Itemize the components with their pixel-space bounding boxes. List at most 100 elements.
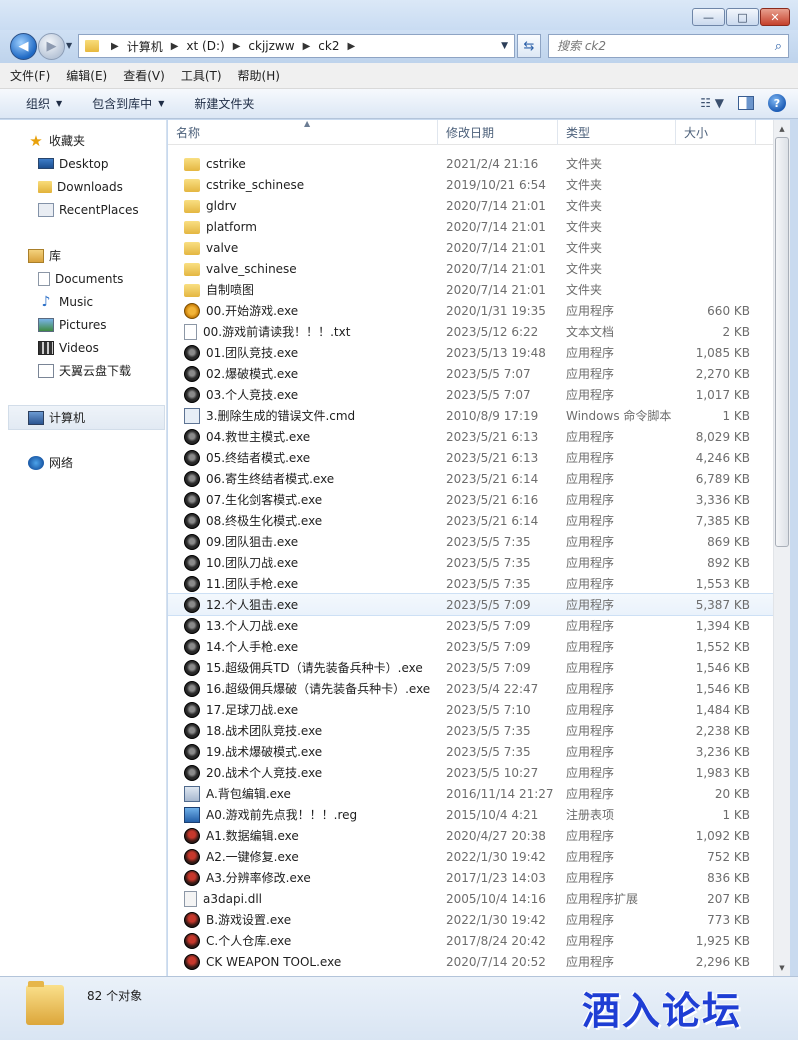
refresh-button[interactable]: ⇆ <box>517 34 541 58</box>
file-row[interactable]: 07.生化剑客模式.exe 2023/5/21 6:16 应用程序 3,336 KB <box>168 489 773 510</box>
menu-file[interactable]: 文件(F) <box>10 67 50 84</box>
file-row[interactable]: 10.团队刀战.exe 2023/5/5 7:35 应用程序 892 KB <box>168 552 773 573</box>
nav-favorites[interactable]: ★ 收藏夹 <box>0 129 167 152</box>
new-folder-button[interactable]: 新建文件夹 <box>194 95 254 112</box>
address-bar[interactable]: ▶ 计算机 ▶ xt (D:) ▶ ckjjzww ▶ ck2 ▶ ▼ <box>78 34 515 58</box>
chevron-right-icon[interactable]: ▶ <box>347 41 355 52</box>
nav-network[interactable]: 网络 <box>0 451 167 474</box>
search-input[interactable] <box>557 39 757 53</box>
help-icon[interactable]: ? <box>768 94 786 112</box>
file-row[interactable]: 00.游戏前请读我！！！.txt 2023/5/12 6:22 文本文档 2 KB <box>168 321 773 342</box>
menu-view[interactable]: 查看(V) <box>123 67 165 84</box>
organize-button[interactable]: 组织 ▼ <box>26 95 62 112</box>
nav-item-recentplaces[interactable]: RecentPlaces <box>0 198 167 221</box>
file-row[interactable]: cstrike 2021/2/4 21:16 文件夹 <box>168 153 773 174</box>
breadcrumb-ckjjzww[interactable]: ckjjzww <box>248 39 294 53</box>
scroll-down-icon[interactable]: ▼ <box>774 959 790 976</box>
file-name-cell: valve <box>168 241 438 255</box>
file-row[interactable]: gldrv 2020/7/14 21:01 文件夹 <box>168 195 773 216</box>
maximize-button[interactable]: □ <box>726 8 759 26</box>
file-row[interactable]: A2.一键修复.exe 2022/1/30 19:42 应用程序 752 KB <box>168 846 773 867</box>
file-row[interactable]: A3.分辨率修改.exe 2017/1/23 14:03 应用程序 836 KB <box>168 867 773 888</box>
file-row[interactable]: A.背包编辑.exe 2016/11/14 21:27 应用程序 20 KB <box>168 783 773 804</box>
file-row[interactable]: B.游戏设置.exe 2022/1/30 19:42 应用程序 773 KB <box>168 909 773 930</box>
nav-item-pictures[interactable]: Pictures <box>0 313 167 336</box>
column-type[interactable]: 类型 <box>558 120 676 145</box>
file-name-cell: cstrike_schinese <box>168 178 438 192</box>
breadcrumb-drive[interactable]: xt (D:) <box>186 39 224 53</box>
file-row[interactable]: 12.个人狙击.exe 2023/5/5 7:09 应用程序 5,387 KB <box>168 593 773 616</box>
chevron-right-icon[interactable]: ▶ <box>303 41 311 52</box>
file-row[interactable]: 14.个人手枪.exe 2023/5/5 7:09 应用程序 1,552 KB <box>168 636 773 657</box>
minimize-button[interactable]: — <box>692 8 725 26</box>
file-row[interactable]: 19.战术爆破模式.exe 2023/5/5 7:35 应用程序 3,236 KB <box>168 741 773 762</box>
column-name[interactable]: 名称 ▲ <box>168 120 438 145</box>
file-name-cell: A3.分辨率修改.exe <box>168 869 438 886</box>
search-box[interactable]: ⌕ <box>548 34 789 58</box>
file-row[interactable]: 05.终结者模式.exe 2023/5/21 6:13 应用程序 4,246 KB <box>168 447 773 468</box>
file-row[interactable]: valve 2020/7/14 21:01 文件夹 <box>168 237 773 258</box>
chevron-right-icon[interactable]: ▶ <box>233 41 241 52</box>
file-row[interactable]: CK WEAPON TOOL.exe 2020/7/14 20:52 应用程序 2,2… <box>168 951 773 972</box>
menu-edit[interactable]: 编辑(E) <box>66 67 107 84</box>
scroll-up-icon[interactable]: ▲ <box>774 120 790 137</box>
file-row[interactable]: 17.足球刀战.exe 2023/5/5 7:10 应用程序 1,484 KB <box>168 699 773 720</box>
scrollbar-thumb[interactable] <box>775 137 789 547</box>
file-row[interactable]: 01.团队竞技.exe 2023/5/13 19:48 应用程序 1,085 KB <box>168 342 773 363</box>
nav-item-music[interactable]: ♪ Music <box>0 290 167 313</box>
file-row[interactable]: 11.团队手枪.exe 2023/5/5 7:35 应用程序 1,553 KB <box>168 573 773 594</box>
file-row[interactable]: cstrike_schinese 2019/10/21 6:54 文件夹 <box>168 174 773 195</box>
menu-tools[interactable]: 工具(T) <box>181 67 222 84</box>
file-row[interactable]: 20.战术个人竞技.exe 2023/5/5 10:27 应用程序 1,983 KB <box>168 762 773 783</box>
recent-pages-dropdown[interactable]: ▼ <box>66 41 72 50</box>
file-row[interactable]: 03.个人竞技.exe 2023/5/5 7:07 应用程序 1,017 KB <box>168 384 773 405</box>
vertical-scrollbar[interactable]: ▲ ▼ <box>773 120 790 976</box>
file-type: 应用程序 <box>566 766 615 780</box>
file-row[interactable]: 3.删除生成的错误文件.cmd 2010/8/9 17:19 Windows 命令脚… <box>168 405 773 426</box>
nav-item-downloads[interactable]: Downloads <box>0 175 167 198</box>
file-row[interactable]: a3dapi.dll 2005/10/4 14:16 应用程序扩展 207 KB <box>168 888 773 909</box>
nav-libraries[interactable]: 库 <box>0 244 167 267</box>
file-row[interactable]: 13.个人刀战.exe 2023/5/5 7:09 应用程序 1,394 KB <box>168 615 773 636</box>
file-row[interactable]: 18.战术团队竞技.exe 2023/5/5 7:35 应用程序 2,238 KB <box>168 720 773 741</box>
nav-item-desktop[interactable]: Desktop <box>0 152 167 175</box>
back-button[interactable]: ◀ <box>10 33 37 60</box>
file-row[interactable]: 04.救世主模式.exe 2023/5/21 6:13 应用程序 8,029 KB <box>168 426 773 447</box>
view-options-icon[interactable]: ☷ ▼ <box>700 96 724 110</box>
file-row[interactable]: 08.终极生化模式.exe 2023/5/21 6:14 应用程序 7,385 KB <box>168 510 773 531</box>
file-row[interactable]: 15.超级佣兵TD（请先装备兵种卡）.exe 2023/5/5 7:09 应用程序 1… <box>168 657 773 678</box>
ck-icon <box>184 848 200 865</box>
file-row[interactable]: 00.开始游戏.exe 2020/1/31 19:35 应用程序 660 KB <box>168 300 773 321</box>
menu-help[interactable]: 帮助(H) <box>238 67 280 84</box>
nav-computer[interactable]: 计算机 <box>9 406 164 429</box>
file-date: 2023/5/5 7:07 <box>446 366 531 381</box>
breadcrumb-computer[interactable]: 计算机 <box>127 38 163 55</box>
column-size[interactable]: 大小 <box>676 120 756 145</box>
chevron-right-icon[interactable]: ▶ <box>111 41 119 52</box>
chevron-right-icon[interactable]: ▶ <box>171 41 179 52</box>
file-row[interactable]: 16.超级佣兵爆破（请先装备兵种卡）.exe 2023/5/4 22:47 应用程序… <box>168 678 773 699</box>
file-row[interactable]: valve_schinese 2020/7/14 21:01 文件夹 <box>168 258 773 279</box>
forward-button[interactable]: ▶ <box>38 33 65 60</box>
file-row[interactable]: 自制喷图 2020/7/14 21:01 文件夹 <box>168 279 773 300</box>
file-row[interactable]: platform 2020/7/14 21:01 文件夹 <box>168 216 773 237</box>
file-name: CK WEAPON TOOL.exe <box>206 954 342 969</box>
nav-item-cloud-downloads[interactable]: 天翼云盘下载 <box>0 359 167 382</box>
preview-pane-icon[interactable] <box>738 96 754 110</box>
file-row[interactable]: C.个人仓库.exe 2017/8/24 20:42 应用程序 1,925 KB <box>168 930 773 951</box>
library-icon <box>28 248 44 263</box>
file-row[interactable]: A0.游戏前先点我！！！.reg 2015/10/4 4:21 注册表项 1 KB <box>168 804 773 825</box>
file-row[interactable]: A1.数据编辑.exe 2020/4/27 20:38 应用程序 1,092 KB <box>168 825 773 846</box>
close-button[interactable]: ✕ <box>760 8 790 26</box>
file-date: 2020/7/14 21:01 <box>446 198 546 213</box>
chevron-down-icon[interactable]: ▼ <box>501 41 508 51</box>
breadcrumb-ck2[interactable]: ck2 <box>318 39 339 53</box>
file-row[interactable]: 02.爆破模式.exe 2023/5/5 7:07 应用程序 2,270 KB <box>168 363 773 384</box>
nav-item-documents[interactable]: Documents <box>0 267 167 290</box>
search-icon[interactable]: ⌕ <box>775 39 782 54</box>
file-row[interactable]: 06.寄生终结者模式.exe 2023/5/21 6:14 应用程序 6,789 KB <box>168 468 773 489</box>
column-date[interactable]: 修改日期 <box>438 120 558 145</box>
include-in-library-button[interactable]: 包含到库中 ▼ <box>92 95 164 112</box>
nav-item-videos[interactable]: Videos <box>0 336 167 359</box>
file-row[interactable]: 09.团队狙击.exe 2023/5/5 7:35 应用程序 869 KB <box>168 531 773 552</box>
